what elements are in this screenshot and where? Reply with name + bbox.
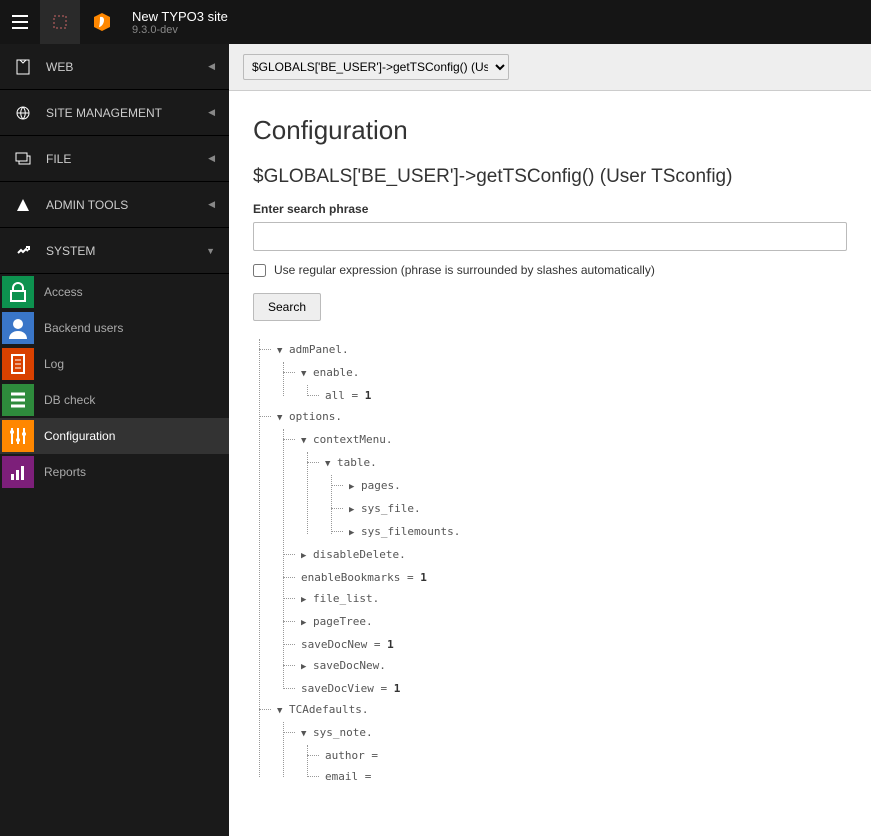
nav-item-beusers[interactable]: Backend users [0, 310, 229, 346]
nav-item-reports[interactable]: Reports [0, 454, 229, 490]
tree-leaf[interactable]: email = [323, 766, 847, 787]
tree-node[interactable]: ▶sys_file. [347, 498, 847, 521]
file-icon [14, 152, 32, 165]
nav-item-label: Configuration [36, 429, 115, 443]
nav-item-label: Backend users [36, 321, 123, 335]
nav-item-log[interactable]: Log [0, 346, 229, 382]
tree-node[interactable]: ▼table. ▶pages. ▶sys_file. ▶sys_filemoun… [323, 452, 847, 544]
collapsed-icon[interactable]: ▶ [301, 590, 311, 611]
search-button[interactable]: Search [253, 293, 321, 321]
nav-item-label: Access [36, 285, 83, 299]
module-group-system[interactable]: SYSTEM ▼ [0, 228, 229, 274]
search-label: Enter search phrase [253, 202, 847, 216]
module-label: FILE [46, 152, 208, 166]
expanded-icon[interactable]: ▼ [277, 341, 287, 362]
module-group-site[interactable]: SITE MANAGEMENT ◀ [0, 90, 229, 136]
tree-node[interactable]: ▶disableDelete. [299, 544, 847, 567]
nav-item-access[interactable]: Access [0, 274, 229, 310]
module-group-admin[interactable]: ADMIN TOOLS ◀ [0, 182, 229, 228]
site-title: New TYPO3 site [132, 9, 228, 24]
log-icon [0, 346, 36, 382]
tree-node[interactable]: ▶file_list. [299, 588, 847, 611]
module-group-web[interactable]: WEB ◀ [0, 44, 229, 90]
tree-leaf[interactable]: saveDocNew = 1 [299, 634, 847, 655]
admin-icon [14, 197, 32, 213]
tree-node[interactable]: ▼sys_note. author = email = [299, 722, 847, 787]
config-selector[interactable]: $GLOBALS['BE_USER']->getTSConfig() (User… [243, 54, 509, 80]
expanded-icon[interactable]: ▼ [277, 701, 287, 722]
dbcheck-icon [0, 382, 36, 418]
access-icon [0, 274, 36, 310]
site-info: New TYPO3 site 9.3.0-dev [124, 9, 228, 36]
tree-node[interactable]: ▼admPanel. ▼enable. all = 1 [275, 339, 847, 406]
collapsed-icon[interactable]: ▶ [301, 657, 311, 678]
clear-cache-icon[interactable] [40, 0, 80, 44]
regex-checkbox[interactable] [253, 264, 266, 277]
search-input[interactable] [253, 222, 847, 251]
site-version: 9.3.0-dev [132, 24, 228, 36]
config-tree: ▼admPanel. ▼enable. all = 1 ▼options. ▼c… [253, 339, 847, 787]
module-label: ADMIN TOOLS [46, 198, 208, 212]
nav-item-configuration[interactable]: Configuration [0, 418, 229, 454]
expanded-icon[interactable]: ▼ [277, 408, 287, 429]
tree-node[interactable]: ▼enable. all = 1 [299, 362, 847, 406]
main-content: $GLOBALS['BE_USER']->getTSConfig() (User… [229, 44, 871, 836]
module-label: SYSTEM [46, 244, 206, 258]
module-sidebar: WEB ◀ SITE MANAGEMENT ◀ FILE ◀ ADMIN TOO… [0, 44, 229, 836]
hamburger-button[interactable] [0, 0, 40, 44]
caret-left-icon: ◀ [208, 61, 215, 72]
module-label: WEB [46, 60, 208, 74]
tree-leaf[interactable]: enableBookmarks = 1 [299, 567, 847, 588]
tree-node[interactable]: ▶pageTree. [299, 611, 847, 634]
expanded-icon[interactable]: ▼ [301, 431, 311, 452]
page-subheading: $GLOBALS['BE_USER']->getTSConfig() (User… [253, 166, 847, 188]
module-group-file[interactable]: FILE ◀ [0, 136, 229, 182]
collapsed-icon[interactable]: ▶ [349, 500, 359, 521]
tree-node[interactable]: ▼options. ▼contextMenu. ▼table. ▶pages. … [275, 406, 847, 699]
regex-label: Use regular expression (phrase is surrou… [274, 263, 655, 277]
tree-leaf[interactable]: author = [323, 745, 847, 766]
beusers-icon [0, 310, 36, 346]
expanded-icon[interactable]: ▼ [325, 454, 335, 475]
content-toolbar: $GLOBALS['BE_USER']->getTSConfig() (User… [229, 44, 871, 91]
tree-node[interactable]: ▶pages. [347, 475, 847, 498]
caret-left-icon: ◀ [208, 153, 215, 164]
tree-node[interactable]: ▼TCAdefaults. ▼sys_note. author = email … [275, 699, 847, 787]
web-icon [14, 59, 32, 75]
module-label: SITE MANAGEMENT [46, 106, 208, 120]
page-heading: Configuration [253, 115, 847, 146]
caret-left-icon: ◀ [208, 199, 215, 210]
expanded-icon[interactable]: ▼ [301, 364, 311, 385]
nav-item-label: Log [36, 357, 64, 371]
collapsed-icon[interactable]: ▶ [349, 477, 359, 498]
tree-node[interactable]: ▶sys_filemounts. [347, 521, 847, 544]
expanded-icon[interactable]: ▼ [301, 724, 311, 745]
nav-item-label: DB check [36, 393, 95, 407]
tree-node[interactable]: ▼contextMenu. ▼table. ▶pages. ▶sys_file.… [299, 429, 847, 544]
typo3-logo-icon [80, 0, 124, 44]
configuration-icon [0, 418, 36, 454]
nav-item-label: Reports [36, 465, 86, 479]
tree-node[interactable]: ▶saveDocNew. [299, 655, 847, 678]
caret-down-icon: ▼ [206, 246, 215, 256]
site-icon [14, 105, 32, 121]
top-bar: New TYPO3 site 9.3.0-dev [0, 0, 871, 44]
reports-icon [0, 454, 36, 490]
tree-leaf[interactable]: saveDocView = 1 [299, 678, 847, 699]
collapsed-icon[interactable]: ▶ [349, 523, 359, 544]
collapsed-icon[interactable]: ▶ [301, 546, 311, 567]
caret-left-icon: ◀ [208, 107, 215, 118]
system-icon [14, 243, 32, 259]
nav-item-dbcheck[interactable]: DB check [0, 382, 229, 418]
collapsed-icon[interactable]: ▶ [301, 613, 311, 634]
tree-leaf[interactable]: all = 1 [323, 385, 847, 406]
